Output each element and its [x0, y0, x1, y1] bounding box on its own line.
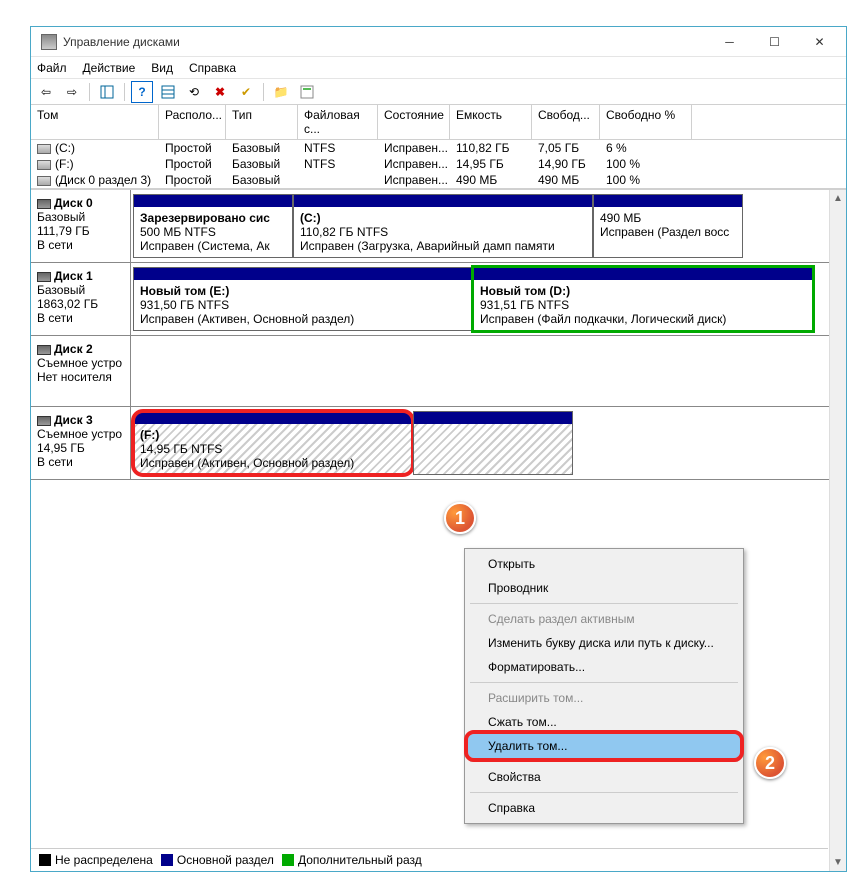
- window-title: Управление дисками: [63, 35, 707, 49]
- col-volume[interactable]: Том: [31, 105, 159, 139]
- properties-icon[interactable]: [296, 81, 318, 103]
- volumes-table: Том Располо... Тип Файловая с... Состоян…: [31, 105, 846, 190]
- delete-icon[interactable]: ✖: [209, 81, 231, 103]
- list-view-button[interactable]: [157, 81, 179, 103]
- col-free[interactable]: Свобод...: [532, 105, 600, 139]
- ctx-format[interactable]: Форматировать...: [468, 655, 740, 679]
- legend: Не распределена Основной раздел Дополнит…: [31, 848, 828, 870]
- forward-button[interactable]: ⇨: [61, 81, 83, 103]
- partition[interactable]: Новый том (E:)931,50 ГБ NTFSИсправен (Ак…: [133, 267, 473, 331]
- maximize-button[interactable]: ☐: [752, 28, 797, 56]
- context-menu: Открыть Проводник Сделать раздел активны…: [464, 548, 744, 824]
- disk-row: Диск 3Съемное устро14,95 ГБВ сети(F:)14,…: [31, 407, 846, 480]
- partition[interactable]: Новый том (D:)931,51 ГБ NTFSИсправен (Фа…: [473, 267, 813, 331]
- col-layout[interactable]: Располо...: [159, 105, 226, 139]
- callout-marker-2: 2: [754, 747, 786, 779]
- ctx-change-letter[interactable]: Изменить букву диска или путь к диску...: [468, 631, 740, 655]
- ctx-explorer[interactable]: Проводник: [468, 576, 740, 600]
- ctx-active: Сделать раздел активным: [468, 607, 740, 631]
- table-row[interactable]: (Диск 0 раздел 3) ПростойБазовый Исправе…: [31, 172, 846, 188]
- partition[interactable]: 490 МБИсправен (Раздел восс: [593, 194, 743, 258]
- check-icon[interactable]: ✔: [235, 81, 257, 103]
- disk-row: Диск 1Базовый1863,02 ГБВ сетиНовый том (…: [31, 263, 846, 336]
- minimize-button[interactable]: ─: [707, 28, 752, 56]
- help-icon[interactable]: ?: [131, 81, 153, 103]
- col-status[interactable]: Состояние: [378, 105, 450, 139]
- menu-file[interactable]: Файл: [37, 61, 67, 75]
- app-icon: [41, 34, 57, 50]
- col-freepct[interactable]: Свободно %: [600, 105, 692, 139]
- ctx-properties[interactable]: Свойства: [468, 765, 740, 789]
- callout-marker-1: 1: [444, 502, 476, 534]
- scroll-up-icon[interactable]: ▲: [830, 190, 846, 207]
- partition[interactable]: (F:)14,95 ГБ NTFSИсправен (Активен, Осно…: [133, 411, 413, 475]
- scroll-down-icon[interactable]: ▼: [830, 854, 846, 871]
- legend-unallocated: Не распределена: [55, 853, 153, 867]
- disk-row: Диск 2Съемное устроНет носителя: [31, 336, 846, 407]
- refresh-button[interactable]: ⟲: [183, 81, 205, 103]
- show-tree-button[interactable]: [96, 81, 118, 103]
- col-capacity[interactable]: Емкость: [450, 105, 532, 139]
- table-row[interactable]: (C:) ПростойБазовый NTFSИсправен... 110,…: [31, 140, 846, 156]
- back-button[interactable]: ⇦: [35, 81, 57, 103]
- legend-primary: Основной раздел: [177, 853, 274, 867]
- ctx-help[interactable]: Справка: [468, 796, 740, 820]
- ctx-extend: Расширить том...: [468, 686, 740, 710]
- menu-help[interactable]: Справка: [189, 61, 236, 75]
- titlebar[interactable]: Управление дисками ─ ☐ ✕: [31, 27, 846, 57]
- ctx-shrink[interactable]: Сжать том...: [468, 710, 740, 734]
- partition[interactable]: Зарезервировано сис500 МБ NTFSИсправен (…: [133, 194, 293, 258]
- col-fs[interactable]: Файловая с...: [298, 105, 378, 139]
- menu-action[interactable]: Действие: [83, 61, 136, 75]
- scrollbar[interactable]: ▲ ▼: [829, 190, 846, 871]
- col-type[interactable]: Тип: [226, 105, 298, 139]
- partition[interactable]: (C:)110,82 ГБ NTFSИсправен (Загрузка, Ав…: [293, 194, 593, 258]
- close-button[interactable]: ✕: [797, 28, 842, 56]
- toolbar: ⇦ ⇨ ? ⟲ ✖ ✔ 📁: [31, 79, 846, 105]
- table-row[interactable]: (F:) ПростойБазовый NTFSИсправен... 14,9…: [31, 156, 846, 172]
- legend-extended: Дополнительный разд: [298, 853, 422, 867]
- ctx-delete-volume[interactable]: Удалить том...: [468, 734, 740, 758]
- ctx-open[interactable]: Открыть: [468, 552, 740, 576]
- menu-view[interactable]: Вид: [151, 61, 173, 75]
- table-header[interactable]: Том Располо... Тип Файловая с... Состоян…: [31, 105, 846, 140]
- partition[interactable]: [413, 411, 573, 475]
- folder-up-icon[interactable]: 📁: [270, 81, 292, 103]
- menubar: Файл Действие Вид Справка: [31, 57, 846, 79]
- disk-row: Диск 0Базовый111,79 ГБВ сетиЗарезервиров…: [31, 190, 846, 263]
